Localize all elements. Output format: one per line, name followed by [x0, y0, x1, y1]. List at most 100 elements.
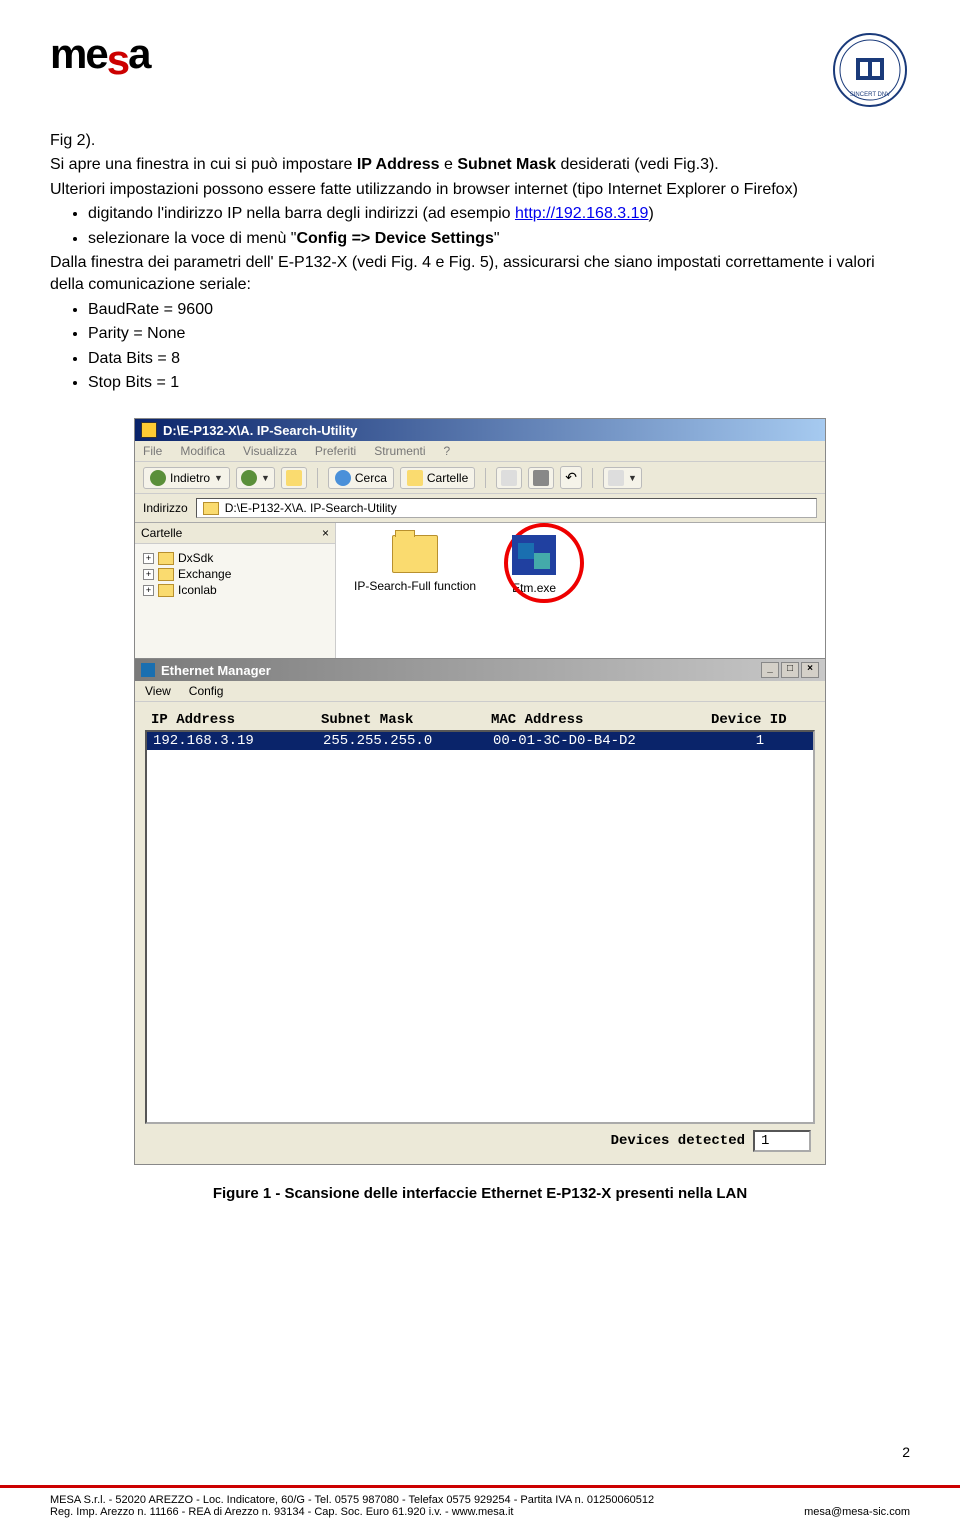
line-ip-subnet: Si apre una finestra in cui si può impos… [50, 154, 910, 176]
folders-label: Cartelle [427, 471, 468, 485]
certification-badge: SINCERT DNV [830, 30, 910, 110]
folder-icon [158, 568, 174, 581]
window-buttons: _ □ × [761, 662, 819, 678]
file-label: Etm.exe [512, 581, 556, 595]
explorer-addressbar: Indirizzo D:\E-P132-X\A. IP-Search-Utili… [135, 494, 825, 523]
sync-button[interactable] [528, 467, 554, 489]
line-fig2: Fig 2). [50, 130, 910, 152]
views-dropdown[interactable]: ▼ [603, 467, 642, 489]
search-button[interactable]: Cerca [328, 467, 394, 489]
tree-item[interactable]: + DxSdk [139, 550, 331, 566]
undo-button[interactable]: ↶ [560, 466, 582, 489]
col-mask: Subnet Mask [321, 712, 491, 728]
folder-icon [158, 584, 174, 597]
folders-icon [407, 470, 423, 486]
menu-modifica[interactable]: Modifica [180, 444, 225, 458]
footer-email: mesa@mesa-sic.com [804, 1506, 910, 1518]
serial-stopbits: Stop Bits = 1 [88, 372, 910, 394]
chevron-down-icon: ▼ [214, 473, 223, 483]
toolbar-separator [317, 468, 318, 488]
views-button[interactable] [496, 467, 522, 489]
cell-device-id: 1 [713, 733, 807, 749]
menu-preferiti[interactable]: Preferiti [315, 444, 356, 458]
bullet-list-1: digitando l'indirizzo IP nella barra deg… [70, 203, 910, 250]
forward-button[interactable]: ▼ [236, 467, 275, 489]
chevron-down-icon: ▼ [628, 473, 637, 483]
etm-content: IP Address Subnet Mask MAC Address Devic… [135, 702, 825, 1164]
etm-column-headers: IP Address Subnet Mask MAC Address Devic… [145, 710, 815, 730]
back-arrow-icon [150, 470, 166, 486]
folders-button[interactable]: Cartelle [400, 467, 475, 489]
folders-pane-header: Cartelle × [135, 523, 335, 544]
file-item-folder[interactable]: IP-Search-Full function [354, 535, 476, 593]
app-icon [141, 663, 155, 677]
link-example-ip[interactable]: http://192.168.3.19 [515, 205, 648, 222]
mesa-logo: mesa [50, 30, 149, 78]
etm-device-list[interactable]: 192.168.3.19 255.255.255.0 00-01-3C-D0-B… [145, 730, 815, 1124]
minimize-button[interactable]: _ [761, 662, 779, 678]
serial-databits: Data Bits = 8 [88, 348, 910, 370]
etm-menu-view[interactable]: View [145, 684, 171, 698]
toolbar-separator [485, 468, 486, 488]
search-icon [141, 422, 157, 438]
text-fragment: Si apre una finestra in cui si può impos… [50, 156, 357, 173]
magnifier-icon [335, 470, 351, 486]
text-fragment: digitando l'indirizzo IP nella barra deg… [88, 205, 515, 222]
tree-item[interactable]: + Iconlab [139, 582, 331, 598]
etm-titlebar: Ethernet Manager _ □ × [135, 659, 825, 681]
menu-strumenti[interactable]: Strumenti [374, 444, 425, 458]
close-icon[interactable]: × [322, 526, 329, 540]
explorer-window: D:\E-P132-X\A. IP-Search-Utility File Mo… [135, 419, 825, 659]
para-serial: Dalla finestra dei parametri dell' E-P13… [50, 252, 910, 297]
sync-icon [533, 470, 549, 486]
expand-icon[interactable]: + [143, 585, 154, 596]
footer-row-1: MESA S.r.l. - 52020 AREZZO - Loc. Indica… [50, 1494, 910, 1506]
svg-text:SINCERT DNV: SINCERT DNV [850, 92, 890, 98]
text-fragment: " [494, 230, 500, 247]
menu-visualizza[interactable]: Visualizza [243, 444, 297, 458]
etm-title-text: Ethernet Manager [161, 663, 271, 678]
expand-icon[interactable]: + [143, 553, 154, 564]
logo-part-s: s [107, 36, 128, 84]
tree-item[interactable]: + Exchange [139, 566, 331, 582]
up-button[interactable] [281, 467, 307, 489]
address-value: D:\E-P132-X\A. IP-Search-Utility [225, 501, 397, 515]
menu-help[interactable]: ? [444, 444, 451, 458]
folder-icon [203, 502, 219, 515]
col-mac: MAC Address [491, 712, 711, 728]
document-page: mesa SINCERT DNV Fig 2). Si apre una fin… [0, 0, 960, 1530]
explorer-titlebar: D:\E-P132-X\A. IP-Search-Utility [135, 419, 825, 441]
forward-arrow-icon [241, 470, 257, 486]
footer-text-2: Reg. Imp. Arezzo n. 11166 - REA di Arezz… [50, 1506, 513, 1518]
text-fragment: selezionare la voce di menù " [88, 230, 296, 247]
bullet-config: selezionare la voce di menù "Config => D… [88, 228, 910, 250]
maximize-button[interactable]: □ [781, 662, 799, 678]
back-button[interactable]: Indietro ▼ [143, 467, 230, 489]
devices-detected-count: 1 [753, 1130, 811, 1152]
footer-row-2: Reg. Imp. Arezzo n. 11166 - REA di Arezz… [50, 1506, 910, 1518]
address-input[interactable]: D:\E-P132-X\A. IP-Search-Utility [196, 498, 817, 518]
file-label: IP-Search-Full function [354, 579, 476, 593]
bullet-ip: digitando l'indirizzo IP nella barra deg… [88, 203, 910, 225]
files-pane: IP-Search-Full function Etm.exe [336, 523, 825, 658]
etm-menu-config[interactable]: Config [189, 684, 224, 698]
page-number: 2 [902, 1444, 910, 1460]
file-item-etm[interactable]: Etm.exe [512, 535, 556, 595]
cell-ip: 192.168.3.19 [153, 733, 323, 749]
close-button[interactable]: × [801, 662, 819, 678]
serial-baudrate: BaudRate = 9600 [88, 299, 910, 321]
address-label: Indirizzo [143, 501, 188, 515]
folder-large-icon [392, 535, 438, 573]
figure-caption: Figure 1 - Scansione delle interfaccie E… [50, 1185, 910, 1202]
folder-icon [158, 552, 174, 565]
menu-file[interactable]: File [143, 444, 162, 458]
etm-device-row[interactable]: 192.168.3.19 255.255.255.0 00-01-3C-D0-B… [147, 732, 813, 750]
cell-mask: 255.255.255.0 [323, 733, 493, 749]
cell-mac: 00-01-3C-D0-B4-D2 [493, 733, 713, 749]
bold-config-menu: Config => Device Settings [296, 230, 493, 247]
folders-pane-title: Cartelle [141, 526, 182, 540]
body-text: Fig 2). Si apre una finestra in cui si p… [50, 130, 910, 394]
expand-icon[interactable]: + [143, 569, 154, 580]
col-device: Device ID [711, 712, 809, 728]
screenshot-container: D:\E-P132-X\A. IP-Search-Utility File Mo… [50, 418, 910, 1165]
